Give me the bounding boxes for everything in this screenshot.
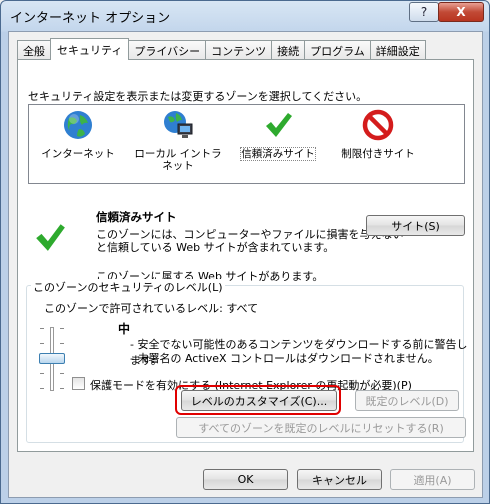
- close-icon: X: [456, 5, 466, 19]
- intranet-icon: [164, 111, 193, 138]
- level-name: 中: [118, 322, 131, 336]
- tab-general[interactable]: 全般: [17, 40, 51, 60]
- tab-security[interactable]: セキュリティ: [50, 38, 130, 60]
- tab-programs[interactable]: プログラム: [304, 40, 371, 60]
- sites-button[interactable]: サイト(S): [366, 215, 465, 236]
- dialog-client: 全般 セキュリティ プライバシー コンテンツ 接続 プログラム 詳細設定 セキュ…: [8, 31, 483, 498]
- restricted-icon: [362, 109, 394, 141]
- help-button[interactable]: ?: [409, 2, 439, 22]
- zone-label: インターネット: [41, 148, 115, 160]
- custom-level-button[interactable]: レベルのカスタマイズ(C)...: [181, 390, 337, 411]
- reset-all-zones-button[interactable]: すべてのゾーンを既定のレベルにリセットする(R): [176, 417, 466, 438]
- security-level-group-title: このゾーンのセキュリティのレベル(L): [31, 279, 225, 295]
- checkmark-icon: [266, 113, 292, 137]
- default-level-button[interactable]: 既定のレベル(D): [355, 390, 459, 411]
- zone-label: 制限付きサイト: [341, 148, 415, 160]
- tab-advanced[interactable]: 詳細設定: [369, 40, 426, 60]
- globe-icon: [64, 111, 92, 139]
- cancel-button[interactable]: キャンセル: [297, 469, 382, 490]
- zone-title: 信頼済みサイト: [96, 210, 177, 224]
- zone-label: 信頼済みサイト: [240, 147, 316, 161]
- security-level-slider-thumb[interactable]: [39, 353, 65, 364]
- internet-options-window: インターネット オプション ? X 全般 セキュリティ プライバシー コンテンツ…: [0, 0, 490, 504]
- zone-trusted-sites[interactable]: 信頼済みサイト: [233, 109, 323, 161]
- zone-internet[interactable]: インターネット: [33, 109, 123, 160]
- title-bar[interactable]: インターネット オプション ? X: [1, 1, 489, 31]
- security-panel: セキュリティ設定を表示または変更するゾーンを選択してください。 インターネット: [17, 59, 474, 452]
- tab-content[interactable]: コンテンツ: [205, 40, 273, 60]
- tab-strip: 全般 セキュリティ プライバシー コンテンツ 接続 プログラム 詳細設定: [17, 38, 426, 60]
- zone-label: ローカル イントラネット: [134, 148, 222, 172]
- zone-local-intranet[interactable]: ローカル イントラネット: [133, 109, 223, 172]
- tab-connections[interactable]: 接続: [271, 40, 306, 60]
- window-title: インターネット オプション: [10, 11, 171, 26]
- allowed-levels: このゾーンで許可されているレベル: すべて: [44, 302, 259, 315]
- checkmark-icon: [36, 224, 65, 251]
- close-button[interactable]: X: [438, 2, 484, 22]
- level-bullet-2: - 未署名の ActiveX コントロールはダウンロードされません。: [130, 352, 439, 365]
- zone-list: インターネット ローカル イントラネット 信頼済みサイト 制限付きサイト: [28, 104, 465, 184]
- ok-button[interactable]: OK: [203, 469, 288, 490]
- zone-description-line-2: と信頼している Web サイトが含まれています。: [96, 241, 335, 254]
- zone-instruction: セキュリティ設定を表示または変更するゾーンを選択してください。: [28, 90, 368, 103]
- zone-restricted-sites[interactable]: 制限付きサイト: [333, 109, 423, 160]
- apply-button[interactable]: 適用(A): [390, 469, 475, 490]
- help-icon: ?: [420, 5, 428, 19]
- tab-privacy[interactable]: プライバシー: [128, 40, 207, 60]
- protected-mode-checkbox[interactable]: [72, 377, 85, 390]
